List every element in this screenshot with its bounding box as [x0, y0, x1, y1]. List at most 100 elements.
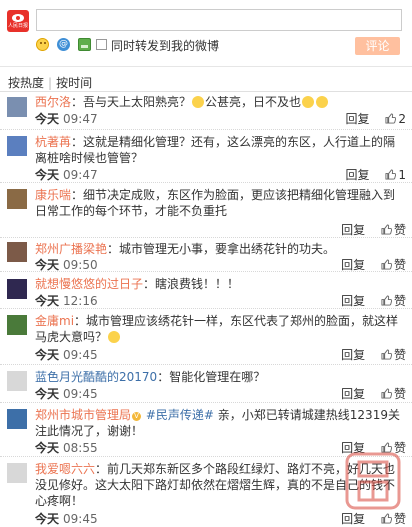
comment-actions: 回复 赞	[341, 256, 406, 273]
like-button[interactable]: 赞	[381, 387, 406, 401]
comment-item: 西尔洛：吾与天上太阳熟亮？ 公甚亮，日不及也 今天 09:47 回复 2	[0, 92, 412, 130]
weibo-logo: 人民日报	[7, 10, 29, 32]
thumbs-up-icon	[381, 388, 392, 399]
eye-icon	[12, 13, 24, 22]
like-count: 赞	[393, 223, 406, 237]
like-count: 赞	[393, 387, 406, 401]
comment-time: 今天 09:47	[35, 112, 98, 126]
comment-body: 公甚亮，日不及也	[205, 95, 302, 109]
comment-time: 今天 09:50	[35, 258, 98, 272]
avatar[interactable]	[7, 315, 27, 335]
thumbs-up-icon	[385, 169, 397, 180]
comment-actions: 回复 赞	[341, 439, 406, 456]
sort-by-time[interactable]: 按时间	[56, 76, 92, 90]
comment-text: 西尔洛：吾与天上太阳熟亮？ 公甚亮，日不及也	[35, 94, 405, 110]
comment-body: ：瞎浪费钱！！！	[143, 277, 240, 291]
smile-emoji-icon	[316, 96, 329, 108]
comment-user[interactable]: 郑州广播梁艳	[35, 242, 107, 256]
comment-time: 今天 12:16	[35, 294, 98, 308]
avatar[interactable]	[7, 97, 27, 117]
reply-button[interactable]: 回复	[341, 387, 365, 401]
avatar[interactable]	[7, 409, 27, 429]
smile-emoji-icon	[302, 96, 315, 108]
comment-user[interactable]: 金庸mi	[35, 314, 74, 328]
reply-button[interactable]: 回复	[341, 512, 365, 526]
thumbs-up-icon	[381, 349, 392, 360]
avatar[interactable]	[7, 136, 27, 156]
comment-actions: 回复 2	[346, 110, 406, 127]
sunglasses-emoji-icon	[192, 96, 205, 108]
comment-actions: 回复 1	[346, 166, 406, 183]
like-count: 赞	[393, 348, 406, 362]
mention-icon[interactable]: @	[57, 38, 70, 51]
sort-separator: |	[48, 76, 53, 90]
comment-input[interactable]	[36, 9, 402, 31]
comment-item: 就想慢悠悠的过日子：瞎浪费钱！！！ 今天 12:16 回复 赞	[0, 272, 412, 309]
comment-body: ：城市管理应该绣花针一样，东区代表了郑州的脸面，就这样马虎大意吗？	[35, 314, 399, 344]
comment-user[interactable]: 杭著苒	[35, 135, 71, 149]
comment-body: ：这就是精细化管理？还有，这么漂亮的东区，人行道上的隔离桩啥时候也管管？	[35, 135, 396, 165]
comment-user[interactable]: 西尔洛	[35, 95, 71, 109]
logo-text: 人民日报	[7, 22, 28, 29]
comment-user[interactable]: 康乐喘	[35, 188, 71, 202]
reply-button[interactable]: 回复	[341, 258, 365, 272]
like-count: 赞	[393, 512, 406, 526]
avatar[interactable]	[7, 463, 27, 483]
avatar[interactable]	[7, 371, 27, 391]
comment-actions: 回复 赞	[341, 385, 406, 402]
like-count: 赞	[393, 441, 406, 455]
comment-text: 康乐喘：细节决定成败，东区作为脸面，更应该把精细化管理融入到日常工作的每个环节，…	[35, 187, 405, 219]
thumbs-up-icon	[385, 113, 397, 124]
like-button[interactable]: 1	[385, 168, 406, 182]
comment-item: 金庸mi：城市管理应该绣花针一样，东区代表了郑州的脸面，就这样马虎大意吗？ 今天…	[0, 309, 412, 365]
reply-button[interactable]: 回复	[341, 348, 365, 362]
sort-by-hot[interactable]: 按热度	[8, 76, 44, 90]
comment-time: 今天 09:45	[35, 387, 98, 401]
thumbs-up-icon	[381, 259, 392, 270]
comment-text: 金庸mi：城市管理应该绣花针一样，东区代表了郑州的脸面，就这样马虎大意吗？	[35, 313, 405, 345]
comment-composer: 人民日报 @ 同时转发到我的微博 评论	[0, 0, 412, 62]
reply-button[interactable]: 回复	[341, 441, 365, 455]
reply-button[interactable]: 回复	[341, 223, 365, 237]
comment-button[interactable]: 评论	[355, 37, 400, 55]
thumbs-up-icon	[381, 224, 392, 235]
reply-button[interactable]: 回复	[341, 294, 365, 308]
comment-text: 郑州市城市管理局 V #民声传递# 亲，小郑已转请城建热线12319关注此情况了，…	[35, 407, 405, 439]
comment-body: ：吾与天上太阳熟亮？	[71, 95, 192, 109]
like-button[interactable]: 赞	[381, 348, 406, 362]
comment-actions: 回复 赞	[341, 292, 406, 309]
like-button[interactable]: 赞	[381, 441, 406, 455]
like-button[interactable]: 赞	[381, 294, 406, 308]
comment-user[interactable]: 我爱嗯六六	[35, 462, 95, 476]
comment-body: ：细节决定成败，东区作为脸面，更应该把精细化管理融入到日常工作的每个环节，才能不…	[35, 188, 396, 218]
comment-user[interactable]: 郑州市城市管理局	[35, 408, 131, 422]
comment-time: 今天 09:47	[35, 168, 98, 182]
emoji-icon[interactable]	[36, 38, 49, 51]
comment-time: 今天 09:45	[35, 348, 98, 362]
like-button[interactable]: 赞	[381, 512, 406, 526]
image-icon[interactable]	[78, 38, 91, 51]
like-button[interactable]: 赞	[381, 258, 406, 272]
comment-body: ：智能化管理在哪？	[157, 370, 266, 384]
smile-emoji-icon	[108, 331, 121, 343]
comment-user[interactable]: 蓝色月光酷酷的20170	[35, 370, 157, 384]
thumbs-up-icon	[381, 295, 392, 306]
comment-item: 康乐喘：细节决定成败，东区作为脸面，更应该把精细化管理融入到日常工作的每个环节，…	[0, 183, 412, 238]
forward-label: 同时转发到我的微博	[111, 39, 220, 53]
forward-checkbox[interactable]	[96, 39, 107, 50]
comment-actions: 回复 赞	[341, 221, 406, 238]
comment-list: 西尔洛：吾与天上太阳熟亮？ 公甚亮，日不及也 今天 09:47 回复 2 杭著苒：这…	[0, 92, 412, 527]
avatar[interactable]	[7, 189, 27, 209]
avatar[interactable]	[7, 242, 27, 262]
sort-bar: 按热度 | 按时间	[8, 74, 92, 91]
reply-button[interactable]: 回复	[346, 168, 370, 182]
comment-user[interactable]: 就想慢悠悠的过日子	[35, 277, 143, 291]
like-button[interactable]: 赞	[381, 223, 406, 237]
verified-badge-icon: V	[132, 412, 142, 421]
comment-actions: 回复 赞	[341, 346, 406, 363]
reply-button[interactable]: 回复	[346, 112, 370, 126]
avatar[interactable]	[7, 279, 27, 299]
topic-tag[interactable]: #民声传递#	[146, 408, 214, 422]
comment-time: 今天 08:55	[35, 441, 98, 455]
like-button[interactable]: 2	[385, 112, 406, 126]
